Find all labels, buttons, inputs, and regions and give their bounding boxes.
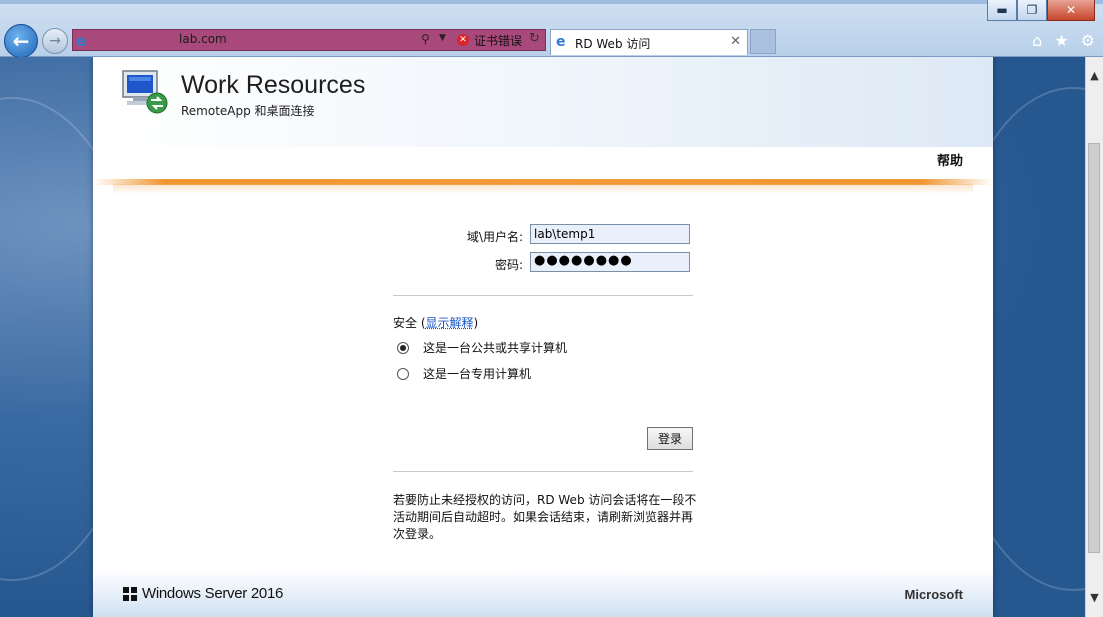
username-label: 域\用户名: (466, 230, 523, 244)
radio-public-computer[interactable]: 这是一台公共或共享计算机 (397, 339, 567, 356)
cert-error-icon[interactable]: ✕ (457, 34, 469, 46)
radio-public-label[interactable]: 这是一台公共或共享计算机 (423, 339, 567, 356)
windows-flag-icon (123, 586, 137, 601)
radio-public-button[interactable] (397, 341, 409, 354)
address-bar[interactable]: e lab.com ⚲ ▼ ✕ 证书错误 ↻ (72, 29, 546, 51)
back-arrow-icon: ← (12, 29, 30, 53)
password-field[interactable]: ●●●●●●●● (530, 252, 690, 272)
chevron-down-icon[interactable]: ▼ (439, 33, 446, 43)
home-icon[interactable]: ⌂ (1032, 31, 1042, 50)
scroll-up-icon[interactable]: ▲ (1086, 67, 1103, 85)
ie-icon: e (76, 32, 87, 50)
security-label: 安全 (393, 316, 418, 330)
page-subtitle: RemoteApp 和桌面连接 (181, 104, 315, 118)
show-explanation-link[interactable]: 显示解释 (426, 316, 474, 330)
help-link[interactable]: 帮助 (937, 150, 963, 169)
vertical-scrollbar[interactable]: ▲ ▼ (1085, 57, 1103, 617)
tab-title: RD Web 访问 (575, 37, 651, 51)
page-title: Work Resources (181, 71, 366, 99)
toolbar-icons: ⌂ ★ ⚙ (1032, 31, 1095, 50)
security-section: 安全 (显示解释) (393, 314, 478, 331)
security-link-close: ) (473, 316, 479, 330)
username-field[interactable] (530, 224, 690, 244)
close-window-button[interactable]: ✕ (1047, 0, 1095, 21)
panel-header: Work Resources RemoteApp 和桌面连接 (93, 57, 993, 147)
notice-divider (393, 471, 693, 472)
title-bar (0, 0, 1103, 4)
gear-icon[interactable]: ⚙ (1081, 31, 1095, 50)
tab-rd-web[interactable]: e RD Web 访问 ✕ (550, 29, 748, 55)
refresh-icon[interactable]: ↻ (529, 31, 540, 46)
header-divider-glow (113, 184, 973, 194)
page-viewport: Work Resources RemoteApp 和桌面连接 帮助 域\用户名:… (0, 57, 1085, 617)
back-button[interactable]: ← (4, 24, 38, 58)
window-controls: ▬ ❐ ✕ (987, 0, 1095, 21)
remote-desktop-icon (122, 70, 168, 114)
form-divider (393, 295, 693, 296)
minimize-button[interactable]: ▬ (987, 0, 1017, 21)
timeout-notice: 若要防止未经授权的访问，RD Web 访问会话将在一段不活动期间后自动超时。如果… (393, 493, 697, 541)
address-url[interactable]: lab.com (179, 32, 227, 46)
scrollbar-thumb[interactable] (1088, 143, 1100, 553)
login-panel: Work Resources RemoteApp 和桌面连接 帮助 域\用户名:… (93, 57, 993, 617)
ie-icon: e (556, 34, 566, 50)
forward-arrow-icon: → (49, 33, 61, 49)
microsoft-logo: Microsoft (904, 587, 964, 602)
radio-private-label[interactable]: 这是一台专用计算机 (423, 365, 531, 382)
new-tab-button[interactable] (750, 29, 776, 54)
panel-footer: Windows Server 2016 Microsoft (93, 569, 993, 617)
windows-server-logo: Windows Server 2016 (123, 585, 283, 602)
search-icon[interactable]: ⚲ (421, 32, 430, 46)
radio-private-computer[interactable]: 这是一台专用计算机 (397, 365, 531, 382)
cert-error-label[interactable]: 证书错误 (474, 32, 522, 49)
login-button[interactable]: 登录 (647, 427, 693, 450)
radio-private-button[interactable] (397, 367, 409, 380)
password-label: 密码: (494, 258, 523, 272)
browser-chrome: ▬ ❐ ✕ ← → e lab.com ⚲ ▼ ✕ 证书错误 ↻ e RD We… (0, 0, 1103, 58)
product-name: Windows Server 2016 (142, 585, 284, 602)
maximize-button[interactable]: ❐ (1017, 0, 1047, 21)
close-icon[interactable]: ✕ (730, 34, 741, 49)
forward-button[interactable]: → (42, 28, 68, 54)
scroll-down-icon[interactable]: ▼ (1086, 589, 1103, 607)
favorites-star-icon[interactable]: ★ (1054, 31, 1068, 50)
